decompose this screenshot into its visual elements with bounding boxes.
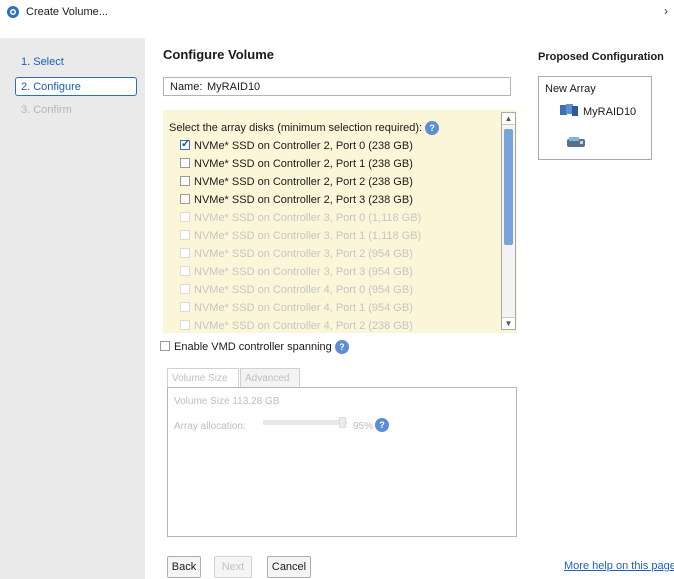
checkbox-icon[interactable] (160, 340, 170, 351)
disk-item: NVMe* SSD on Controller 3, Port 1 (1,118… (180, 230, 421, 244)
checkbox-checked-icon[interactable] (180, 137, 190, 150)
volume-name-field[interactable]: Name: MyRAID10 (163, 77, 511, 96)
step-configure[interactable]: 2. Configure (15, 77, 137, 96)
help-icon[interactable]: ? (425, 121, 440, 135)
checkbox-icon (180, 212, 190, 222)
checkbox-icon (180, 284, 190, 294)
checkbox-icon (180, 266, 190, 276)
disk-label: NVMe* SSD on Controller 4, Port 0 (954 G… (194, 284, 413, 296)
window-title: Create Volume... (26, 6, 108, 18)
allocation-slider[interactable] (263, 417, 347, 428)
help-icon[interactable]: ? (334, 340, 349, 354)
cancel-button[interactable]: Cancel (267, 556, 311, 578)
disk-item: NVMe* SSD on Controller 4, Port 1 (954 G… (180, 302, 413, 316)
next-button: Next (214, 556, 252, 578)
name-input[interactable]: MyRAID10 (207, 81, 260, 93)
disk-item[interactable]: NVMe* SSD on Controller 2, Port 1 (238 G… (180, 158, 413, 172)
disk-label: NVMe* SSD on Controller 4, Port 1 (954 G… (194, 302, 413, 314)
app-icon (7, 6, 19, 18)
disk-list-prompt: Select the array disks (minimum selectio… (169, 121, 440, 135)
checkbox-icon (180, 320, 190, 330)
volume-size-text: Volume Size 113.28 GB (174, 396, 280, 407)
slider-handle[interactable] (338, 417, 346, 428)
disk-label: NVMe* SSD on Controller 2, Port 2 (238 G… (194, 176, 413, 188)
step-confirm: 3. Confirm (21, 104, 72, 116)
raid-volume-icon (560, 104, 578, 116)
slider-fill (263, 420, 343, 425)
volume-name: MyRAID10 (583, 106, 637, 118)
disk-item[interactable]: NVMe* SSD on Controller 2, Port 0 (238 G… (180, 137, 413, 154)
allocation-label: Array allocation: (174, 421, 246, 432)
disk-label: NVMe* SSD on Controller 3, Port 0 (1,118… (194, 212, 422, 224)
disk-item[interactable]: NVMe* SSD on Controller 2, Port 3 (238 G… (180, 194, 413, 208)
array-title: New Array (545, 83, 596, 95)
vmd-spanning-option[interactable]: Enable VMD controller spanning ? (160, 340, 349, 354)
disk-label: NVMe* SSD on Controller 2, Port 0 (238 G… (194, 140, 413, 152)
vmd-label: Enable VMD controller spanning (174, 340, 332, 353)
scroll-down-icon[interactable]: ▼ (502, 317, 515, 329)
disk-item: NVMe* SSD on Controller 3, Port 0 (1,118… (180, 212, 421, 226)
volume-size-panel: Volume Size 113.28 GB Array allocation: … (167, 387, 517, 537)
disk-label: NVMe* SSD on Controller 3, Port 3 (954 G… (194, 266, 413, 278)
checkbox-icon[interactable] (180, 158, 190, 168)
disk-label: NVMe* SSD on Controller 4, Port 2 (238 G… (194, 320, 413, 332)
name-label: Name: (170, 81, 203, 93)
help-link[interactable]: More help on this page (564, 560, 674, 572)
disk-item: NVMe* SSD on Controller 3, Port 2 (954 G… (180, 248, 413, 262)
scroll-up-icon[interactable]: ▲ (502, 113, 515, 125)
proposed-volume: MyRAID10 (559, 103, 636, 118)
window-titlebar: Create Volume... › (0, 0, 674, 24)
close-icon[interactable]: › (664, 4, 668, 18)
disk-list: Select the array disks (minimum selectio… (163, 110, 517, 333)
checkbox-icon (180, 302, 190, 312)
tab-advanced[interactable]: Advanced (240, 368, 300, 388)
checkbox-icon[interactable] (180, 176, 190, 186)
back-button[interactable]: Back (167, 556, 201, 578)
disk-list-scrollbar[interactable]: ▲ ▼ (501, 112, 516, 330)
disk-item: NVMe* SSD on Controller 4, Port 2 (238 G… (180, 320, 413, 333)
proposed-config-box: New Array MyRAID10 (538, 76, 652, 160)
disk-item: NVMe* SSD on Controller 3, Port 3 (954 G… (180, 266, 413, 280)
disk-label: NVMe* SSD on Controller 2, Port 1 (238 G… (194, 158, 413, 170)
proposed-config-heading: Proposed Configuration (538, 51, 664, 63)
checkbox-icon (180, 230, 190, 240)
disk-label: NVMe* SSD on Controller 3, Port 2 (954 G… (194, 248, 413, 260)
page-title: Configure Volume (163, 47, 274, 62)
step-select[interactable]: 1. Select (15, 53, 137, 72)
tab-volume-size[interactable]: Volume Size (167, 368, 239, 388)
disk-prompt-text: Select the array disks (minimum selectio… (169, 121, 423, 134)
help-icon[interactable]: ? (375, 418, 389, 432)
scroll-thumb[interactable] (504, 129, 513, 245)
checkbox-icon[interactable] (180, 194, 190, 204)
disk-item: NVMe* SSD on Controller 4, Port 0 (954 G… (180, 284, 413, 298)
disk-item[interactable]: NVMe* SSD on Controller 2, Port 2 (238 G… (180, 176, 413, 190)
allocation-value: 95% (353, 421, 374, 432)
disk-label: NVMe* SSD on Controller 3, Port 1 (1,118… (194, 230, 422, 242)
checkbox-icon (180, 248, 190, 258)
disk-drive-icon (567, 137, 585, 147)
disk-label: NVMe* SSD on Controller 2, Port 3 (238 G… (194, 194, 413, 206)
